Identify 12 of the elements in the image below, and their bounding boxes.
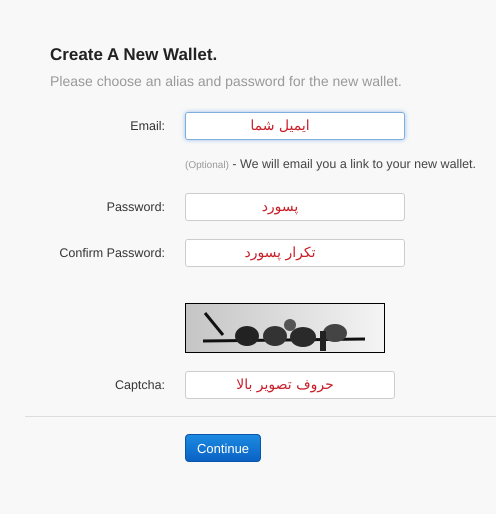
subtitle: Please choose an alias and password for the new wallet. [50,72,403,90]
field-label: Confirm Password: [59,246,165,260]
input-field[interactable]: تکرار پسورد [185,239,405,267]
field-label: Captcha: [114,378,165,392]
input-field[interactable]: پسورد [185,193,405,221]
field-label: Password: [106,200,165,214]
page-title: Create A New Wallet. [50,44,218,66]
continue-button[interactable]: Continue [185,434,262,462]
input-field[interactable]: حروف تصویر بالا [185,371,395,399]
help-text: (Optional) - We will email you a link to your new wallet. [185,157,477,171]
input-field[interactable]: ایمیل شما [185,112,405,140]
field-label: Email: [130,119,165,133]
